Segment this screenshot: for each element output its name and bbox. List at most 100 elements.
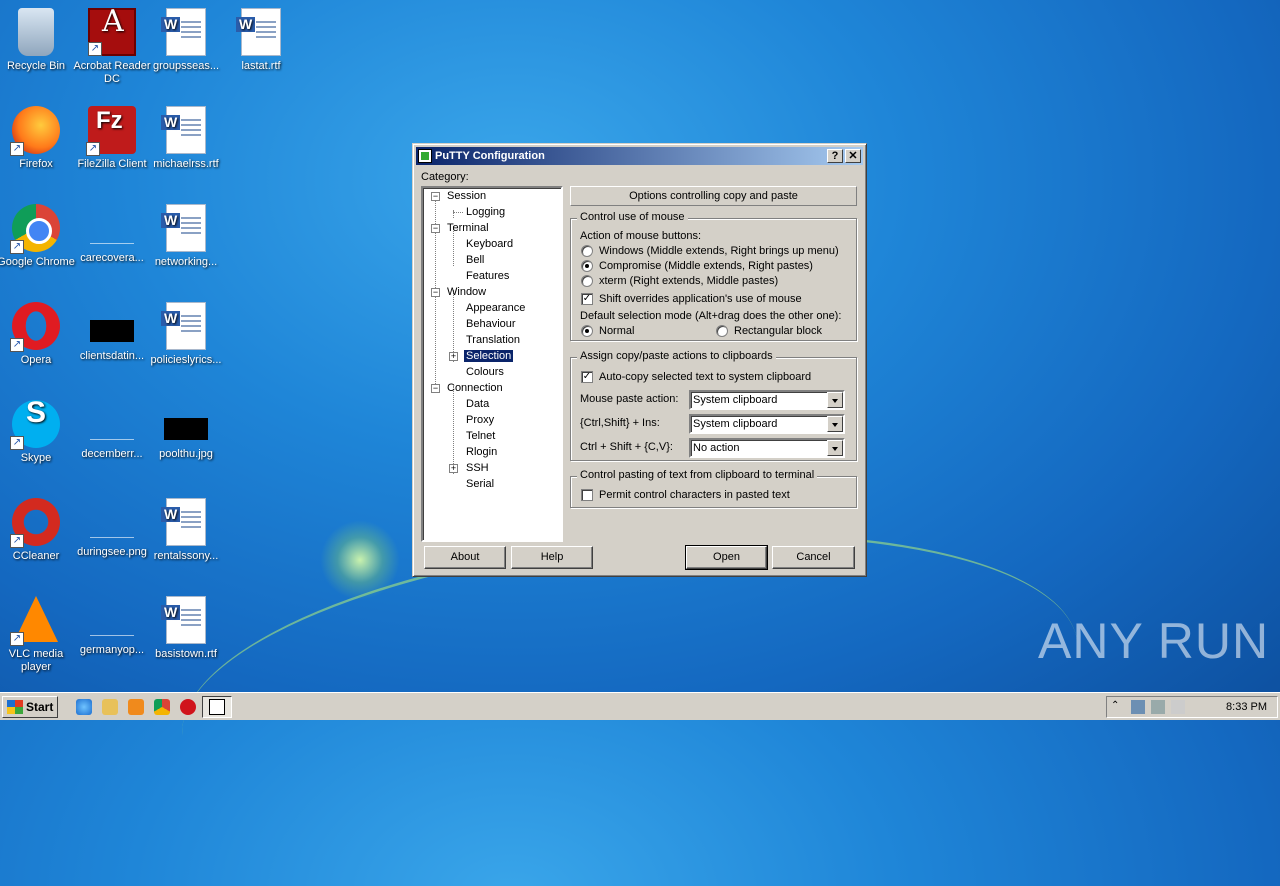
- desktop-icon-acrobat[interactable]: ↗ Acrobat Reader DC: [72, 8, 152, 86]
- desktop-icon-duringsee[interactable]: duringsee.png: [72, 498, 152, 559]
- expander-terminal[interactable]: −: [431, 224, 440, 233]
- autocopy-checkbox[interactable]: ✓ Auto-copy selected text to system clipb…: [581, 371, 811, 383]
- tree-item-rlogin[interactable]: Rlogin: [466, 444, 497, 460]
- taskbar: Start ⌃ 8:33 PM: [0, 692, 1280, 720]
- radio-windows[interactable]: Windows (Middle extends, Right brings up…: [581, 245, 839, 257]
- clock[interactable]: 8:33 PM: [1226, 701, 1267, 713]
- ctrl-shift-ins-label: {Ctrl,Shift} + Ins:: [580, 417, 660, 429]
- tree-item-keyboard[interactable]: Keyboard: [466, 236, 513, 252]
- tree-item-proxy[interactable]: Proxy: [466, 412, 494, 428]
- tree-item-bell[interactable]: Bell: [466, 252, 484, 268]
- chevron-down-icon[interactable]: [827, 392, 843, 408]
- radio-compromise[interactable]: Compromise (Middle extends, Right pastes…: [581, 260, 813, 272]
- desktop-icon-vlc[interactable]: ↗ VLC media player: [0, 596, 76, 674]
- desktop-icon-poolthu[interactable]: poolthu.jpg: [146, 400, 226, 461]
- chevron-down-icon[interactable]: [827, 416, 843, 432]
- start-button[interactable]: Start: [2, 695, 59, 718]
- help-button[interactable]: Help: [511, 546, 593, 569]
- tree-item-appearance[interactable]: Appearance: [466, 300, 525, 316]
- desktop-icon-skype[interactable]: ↗ Skype: [0, 400, 76, 465]
- desktop-icon-ccleaner[interactable]: ↗ CCleaner: [0, 498, 76, 563]
- chevron-down-icon[interactable]: [827, 440, 843, 456]
- desktop-icon-policieslyrics[interactable]: policieslyrics...: [146, 302, 226, 367]
- group-title: Assign copy/paste actions to clipboards: [577, 350, 776, 362]
- desktop-icon-opera[interactable]: ↗ Opera: [0, 302, 76, 367]
- putty-icon: [209, 698, 226, 715]
- desktop-icon-label: groupsseas...: [152, 60, 220, 72]
- category-label: Category:: [421, 171, 469, 183]
- desktop-icon-label: CCleaner: [12, 550, 60, 562]
- expander-selection[interactable]: +: [449, 352, 458, 361]
- desktop-icon-networking[interactable]: networking...: [146, 204, 226, 269]
- help-title-button[interactable]: ?: [827, 149, 843, 163]
- expander-ssh[interactable]: +: [449, 464, 458, 473]
- permit-control-chars-checkbox[interactable]: Permit control characters in pasted text: [581, 489, 790, 501]
- tree-item-behaviour[interactable]: Behaviour: [466, 316, 516, 332]
- desktop-icon-decemberr[interactable]: decemberr...: [72, 400, 152, 461]
- desktop-icon-filezilla[interactable]: ↗ FileZilla Client: [72, 106, 152, 171]
- cancel-button[interactable]: Cancel: [772, 546, 855, 569]
- tree-item-translation[interactable]: Translation: [466, 332, 520, 348]
- skype-icon: ↗: [10, 400, 60, 450]
- tree-item-terminal[interactable]: Terminal: [447, 220, 489, 236]
- close-button[interactable]: ✕: [845, 149, 861, 163]
- opera-icon[interactable]: [180, 698, 197, 715]
- tree-item-logging[interactable]: Logging: [466, 204, 505, 220]
- tree-item-data[interactable]: Data: [466, 396, 489, 412]
- show-hidden-icons-icon[interactable]: ⌃: [1111, 700, 1125, 714]
- tree-item-features[interactable]: Features: [466, 268, 509, 284]
- network-icon[interactable]: [1131, 700, 1145, 714]
- media-player-icon[interactable]: [128, 698, 145, 715]
- image-file-icon: [90, 516, 134, 538]
- recycle-bin-icon: [18, 8, 54, 56]
- desktop-icon-clientsdatin[interactable]: clientsdatin...: [72, 302, 152, 363]
- windows-logo-icon: [7, 699, 23, 714]
- desktop-icon-recycle-bin[interactable]: Recycle Bin: [0, 8, 76, 73]
- ctrl-shift-ins-select[interactable]: System clipboard: [689, 414, 845, 434]
- desktop-icon-rentalssony[interactable]: rentalssony...: [146, 498, 226, 563]
- desktop-icon-label: Firefox: [19, 158, 53, 170]
- desktop-icon-basistown[interactable]: basistown.rtf: [146, 596, 226, 661]
- about-button[interactable]: About: [424, 546, 506, 569]
- expander-window[interactable]: −: [431, 288, 440, 297]
- expander-session[interactable]: −: [431, 192, 440, 201]
- open-button[interactable]: Open: [685, 545, 768, 570]
- taskbar-putty-button[interactable]: [202, 695, 233, 718]
- tree-item-colours[interactable]: Colours: [466, 364, 504, 380]
- ctrl-shift-cv-select[interactable]: No action: [689, 438, 845, 458]
- radio-rectangular[interactable]: Rectangular block: [716, 325, 822, 337]
- tree-item-selection[interactable]: Selection: [462, 348, 515, 364]
- acrobat-icon: ↗: [88, 8, 136, 56]
- desktop-icon-firefox[interactable]: ↗ Firefox: [0, 106, 76, 171]
- desktop-icon-chrome[interactable]: ↗ Google Chrome: [0, 204, 76, 269]
- tree-item-serial[interactable]: Serial: [466, 476, 494, 492]
- title-bar[interactable]: PuTTY Configuration ? ✕: [416, 147, 863, 165]
- action-center-flag-icon[interactable]: [1171, 700, 1185, 714]
- desktop-icon-groupsseas[interactable]: groupsseas...: [146, 8, 226, 73]
- desktop-icon-carecovera[interactable]: carecovera...: [72, 204, 152, 265]
- word-document-icon: [161, 204, 206, 252]
- radio-normal[interactable]: Normal: [581, 325, 634, 337]
- shift-override-checkbox[interactable]: ✓ Shift overrides application's use of mo…: [581, 293, 802, 305]
- chrome-icon[interactable]: [154, 698, 171, 715]
- volume-icon[interactable]: [1151, 700, 1165, 714]
- radio-xterm[interactable]: xterm (Right extends, Middle pastes): [581, 275, 778, 287]
- internet-explorer-icon[interactable]: [76, 698, 93, 715]
- file-icon: [90, 614, 134, 636]
- desktop-icon-germanyop[interactable]: germanyop...: [72, 596, 152, 657]
- tree-item-telnet[interactable]: Telnet: [466, 428, 495, 444]
- desktop-icon-lastat[interactable]: lastat.rtf: [221, 8, 301, 73]
- tree-item-session[interactable]: Session: [447, 188, 486, 204]
- mouse-paste-select[interactable]: System clipboard: [689, 390, 845, 410]
- desktop-icon-label: germanyop...: [79, 644, 145, 656]
- expander-connection[interactable]: −: [431, 384, 440, 393]
- tree-line: [453, 386, 454, 474]
- desktop-icon-label: michaelrss.rtf: [153, 158, 219, 170]
- tree-item-ssh[interactable]: SSH: [466, 460, 489, 476]
- explorer-folder-icon[interactable]: [102, 698, 119, 715]
- desktop-icon-michaelrss[interactable]: michaelrss.rtf: [146, 106, 226, 171]
- category-tree[interactable]: − Session Logging − Terminal Keyboard Be…: [421, 186, 563, 542]
- word-document-icon: [161, 106, 206, 154]
- tree-item-window[interactable]: Window: [447, 284, 486, 300]
- tree-item-connection[interactable]: Connection: [447, 380, 503, 396]
